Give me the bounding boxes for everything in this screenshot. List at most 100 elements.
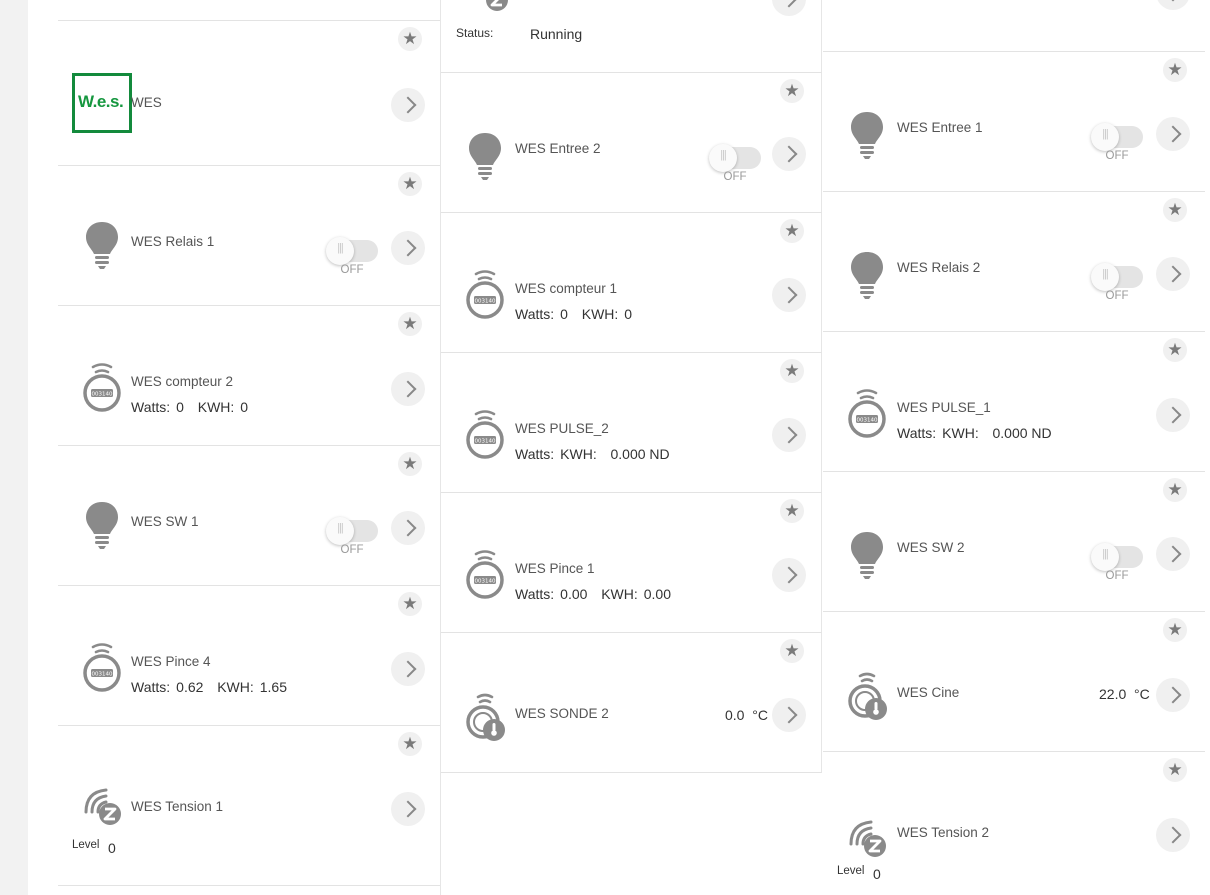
light-bulb-icon xyxy=(845,108,889,160)
toggle-state: OFF xyxy=(340,544,364,556)
device-name: WES SW 2 xyxy=(897,540,965,555)
star-icon[interactable]: ★ xyxy=(398,172,422,196)
device-card-wes-entree-2[interactable]: ★ WES Entree 2 OFF xyxy=(441,73,822,213)
level-label: Level xyxy=(837,865,865,877)
star-icon[interactable]: ★ xyxy=(398,592,422,616)
chevron-right-icon[interactable] xyxy=(391,511,425,545)
energy-meter-icon xyxy=(463,547,507,599)
device-name: WES compteur 2 xyxy=(131,374,234,389)
meter-values: Watts: 0 KWH: 0 xyxy=(515,306,633,322)
device-name: WES xyxy=(131,95,162,110)
device-card-wes-tension-1[interactable]: ★ WES Tension 1 Level 0 xyxy=(58,726,440,886)
chevron-right-icon[interactable] xyxy=(772,137,806,171)
device-card-partial-top[interactable] xyxy=(823,0,1205,52)
chevron-right-icon[interactable] xyxy=(1156,257,1190,291)
device-card-status[interactable]: Status: Running xyxy=(441,0,822,73)
chevron-right-icon[interactable] xyxy=(1156,0,1190,10)
toggle-state: OFF xyxy=(723,171,747,183)
power-toggle[interactable] xyxy=(1091,123,1143,151)
device-card-wes-sonde-2[interactable]: ★ WES SONDE 2 0.0 °C xyxy=(441,633,822,773)
meter-values: Watts: KWH: 0.000 ND xyxy=(515,446,670,462)
star-icon[interactable]: ★ xyxy=(398,27,422,51)
chevron-right-icon[interactable] xyxy=(772,278,806,312)
power-toggle[interactable] xyxy=(326,237,378,265)
device-card-wes-sw-2[interactable]: ★ WES SW 2 OFF xyxy=(823,472,1205,612)
star-icon[interactable]: ★ xyxy=(398,452,422,476)
device-name: WES Relais 2 xyxy=(897,260,981,275)
device-column-2: Status: Running ★ WES Entree 2 OFF ★ WES… xyxy=(440,0,822,895)
star-icon[interactable]: ★ xyxy=(1163,198,1187,222)
device-card-wes-compteur-2[interactable]: ★ WES compteur 2 Watts: 0 KWH: 0 xyxy=(58,306,440,446)
device-card-wes-relais-2[interactable]: ★ WES Relais 2 OFF xyxy=(823,192,1205,332)
chevron-right-icon[interactable] xyxy=(772,0,806,16)
device-card-wes-cine[interactable]: ★ WES Cine 22.0 °C xyxy=(823,612,1205,752)
star-icon[interactable]: ★ xyxy=(1163,58,1187,82)
chevron-right-icon[interactable] xyxy=(1156,818,1190,852)
chevron-right-icon[interactable] xyxy=(772,698,806,732)
energy-meter-icon xyxy=(845,386,889,438)
star-icon[interactable]: ★ xyxy=(1163,758,1187,782)
power-toggle[interactable] xyxy=(1091,263,1143,291)
meter-values: Watts: 0 KWH: 0 xyxy=(131,399,249,415)
meter-values: Watts: 0.00 KWH: 0.00 xyxy=(515,586,671,602)
level-label: Level xyxy=(72,839,100,851)
device-column-3: ★ WES Entree 1 OFF ★ WES Relais 2 OFF ★ … xyxy=(823,0,1205,895)
device-name: WES Entree 1 xyxy=(897,120,983,135)
device-name: WES SONDE 2 xyxy=(515,706,609,721)
star-icon[interactable]: ★ xyxy=(780,219,804,243)
temperature-value: 22.0 °C xyxy=(1099,686,1150,702)
star-icon[interactable]: ★ xyxy=(1163,478,1187,502)
temperature-sensor-icon xyxy=(463,689,507,741)
device-card-wes-compteur-1[interactable]: ★ WES compteur 1 Watts: 0 KWH: 0 xyxy=(441,213,822,353)
light-bulb-icon xyxy=(845,528,889,580)
chevron-right-icon[interactable] xyxy=(1156,678,1190,712)
chevron-right-icon[interactable] xyxy=(772,558,806,592)
zwave-device-icon xyxy=(80,778,124,830)
star-icon[interactable]: ★ xyxy=(780,79,804,103)
device-name: WES compteur 1 xyxy=(515,281,618,296)
chevron-right-icon[interactable] xyxy=(391,231,425,265)
star-icon[interactable]: ★ xyxy=(780,359,804,383)
energy-meter-icon xyxy=(463,267,507,319)
device-name: WES SW 1 xyxy=(131,514,199,529)
power-toggle[interactable] xyxy=(709,144,761,172)
chevron-right-icon[interactable] xyxy=(391,88,425,122)
device-card-wes-relais-1[interactable]: ★ WES Relais 1 OFF xyxy=(58,166,440,306)
star-icon[interactable]: ★ xyxy=(1163,618,1187,642)
status-value: Running xyxy=(530,26,583,42)
wes-logo: W.e.s. xyxy=(72,73,132,133)
device-card-wes-entree-1[interactable]: ★ WES Entree 1 OFF xyxy=(823,52,1205,192)
toggle-state: OFF xyxy=(1105,290,1129,302)
device-card-wes-sw-1[interactable]: ★ WES SW 1 OFF xyxy=(58,446,440,586)
chevron-right-icon[interactable] xyxy=(391,652,425,686)
chevron-right-icon[interactable] xyxy=(391,792,425,826)
device-card-wes-pince-4[interactable]: ★ WES Pince 4 Watts: 0.62 KWH: 1.65 xyxy=(58,586,440,726)
chevron-right-icon[interactable] xyxy=(1156,537,1190,571)
device-card-wes-pince-1[interactable]: ★ WES Pince 1 Watts: 0.00 KWH: 0.00 xyxy=(441,493,822,633)
light-bulb-icon xyxy=(463,129,507,181)
chevron-right-icon[interactable] xyxy=(772,418,806,452)
left-rail xyxy=(0,0,28,895)
power-toggle[interactable] xyxy=(1091,543,1143,571)
star-icon[interactable]: ★ xyxy=(1163,338,1187,362)
device-name: WES Tension 2 xyxy=(897,825,990,840)
star-icon[interactable]: ★ xyxy=(780,499,804,523)
level-value: 0 xyxy=(873,866,881,882)
chevron-right-icon[interactable] xyxy=(1156,398,1190,432)
star-icon[interactable]: ★ xyxy=(398,732,422,756)
device-name: WES Tension 1 xyxy=(131,799,224,814)
device-card-wes-pulse-1[interactable]: ★ WES PULSE_1 Watts: KWH: 0.000 ND xyxy=(823,332,1205,472)
star-icon[interactable]: ★ xyxy=(780,639,804,663)
meter-values: Watts: KWH: 0.000 ND xyxy=(897,425,1052,441)
device-name: WES PULSE_2 xyxy=(515,421,609,436)
power-toggle[interactable] xyxy=(326,517,378,545)
chevron-right-icon[interactable] xyxy=(391,372,425,406)
energy-meter-icon xyxy=(463,407,507,459)
chevron-right-icon[interactable] xyxy=(1156,117,1190,151)
temperature-value: 0.0 °C xyxy=(725,707,768,723)
device-card-wes-pulse-2[interactable]: ★ WES PULSE_2 Watts: KWH: 0.000 ND xyxy=(441,353,822,493)
star-icon[interactable]: ★ xyxy=(398,312,422,336)
device-name: WES PULSE_1 xyxy=(897,400,991,415)
device-card-wes-tension-2[interactable]: ★ WES Tension 2 Level 0 xyxy=(823,752,1205,895)
device-card-wes[interactable]: ★ W.e.s. WES xyxy=(58,20,440,166)
